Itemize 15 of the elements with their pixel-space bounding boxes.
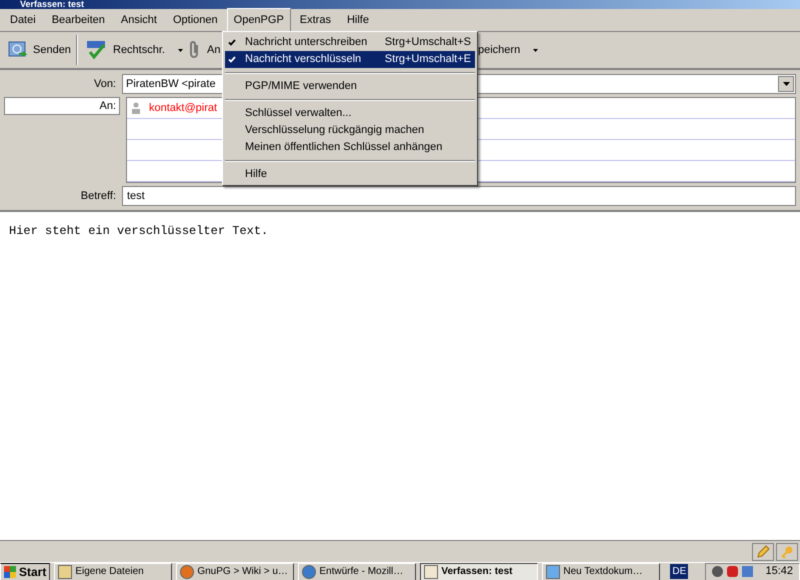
clock: 15:42 bbox=[765, 564, 793, 580]
shortcut-text: Strg+Umschalt+E bbox=[384, 52, 471, 68]
menu-entry-label: Verschlüsselung rückgängig machen bbox=[245, 123, 426, 138]
menu-entry-label: Nachricht unterschreiben bbox=[245, 35, 368, 50]
window-title: Verfassen: test bbox=[20, 0, 84, 9]
menu-entry-label: PGP/MIME verwenden bbox=[245, 79, 358, 94]
menu-entry-label: Hilfe bbox=[245, 167, 268, 182]
menu-entry-label: Schlüssel verwalten... bbox=[245, 106, 352, 122]
body-text: Hier steht ein verschlüsselter Text. bbox=[9, 224, 268, 238]
recipient-address: kontakt@pirat bbox=[149, 100, 218, 116]
shortcut-text: Strg+Umschalt+S bbox=[384, 35, 471, 50]
menu-entry-label: Nachricht verschlüsseln bbox=[245, 52, 362, 68]
from-label: Von: bbox=[92, 76, 117, 92]
subject-label: Betreff: bbox=[80, 188, 117, 204]
menu-entry-label: Meinen öffentlichen Schlüssel anhängen bbox=[245, 140, 444, 156]
